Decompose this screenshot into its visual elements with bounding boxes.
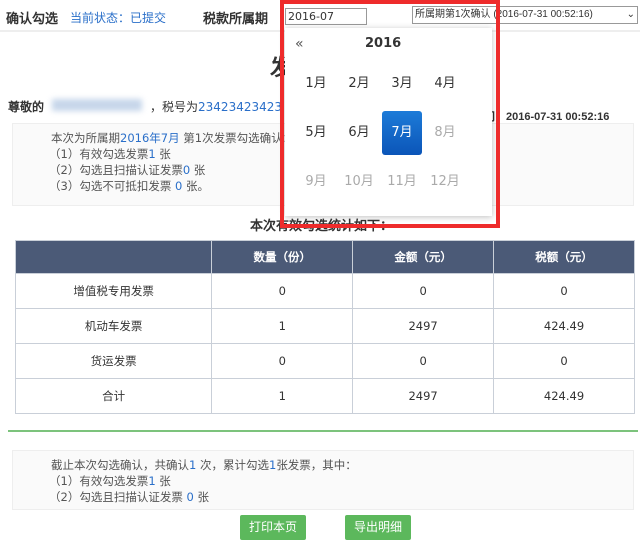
highlight-box [280, 0, 500, 228]
page-title: 确认勾选 [6, 12, 59, 27]
table-row: 机动车发票 1 2497 424.49 [14, 308, 635, 344]
tax-id: 23423423423 [198, 100, 283, 114]
cumulative-item: （2）勾选且扫描认证发票 0 张 [49, 490, 209, 504]
divider [8, 430, 638, 432]
period-label: 税款所属期 [203, 12, 269, 27]
greeting-line: 尊敬的 ，税号为23423423423 [8, 98, 282, 115]
stats-table: 数量（份） 金额（元） 税额（元） 增值税专用发票 0 0 0 机动车发票 1 2497 424… [14, 240, 635, 414]
tax-label: ，税号为 [150, 100, 199, 114]
status-text: 当前状态：已提交 [70, 11, 167, 25]
greeting: 尊敬的 [8, 100, 45, 114]
table-row: 增值税专用发票 0 0 0 [14, 273, 635, 309]
chevron-down-icon: ⌄ [626, 9, 635, 20]
cumulative-box: 截止本次勾选确认，共确认1 次，累计勾选1张发票，其中： （1）有效勾选发票1 … [12, 450, 634, 510]
blurred-name [52, 99, 143, 111]
export-button[interactable]: 导出明细 [345, 515, 411, 540]
period-link: 2016年7月 [120, 131, 180, 145]
table-header-row: 数量（份） 金额（元） 税额（元） [14, 240, 635, 274]
cumulative-item: （1）有效勾选发票1 张 [49, 474, 171, 488]
table-row: 合计 1 2497 424.49 [14, 378, 635, 414]
print-button[interactable]: 打印本页 [240, 515, 306, 540]
table-row: 货运发票 0 0 0 [14, 343, 635, 379]
